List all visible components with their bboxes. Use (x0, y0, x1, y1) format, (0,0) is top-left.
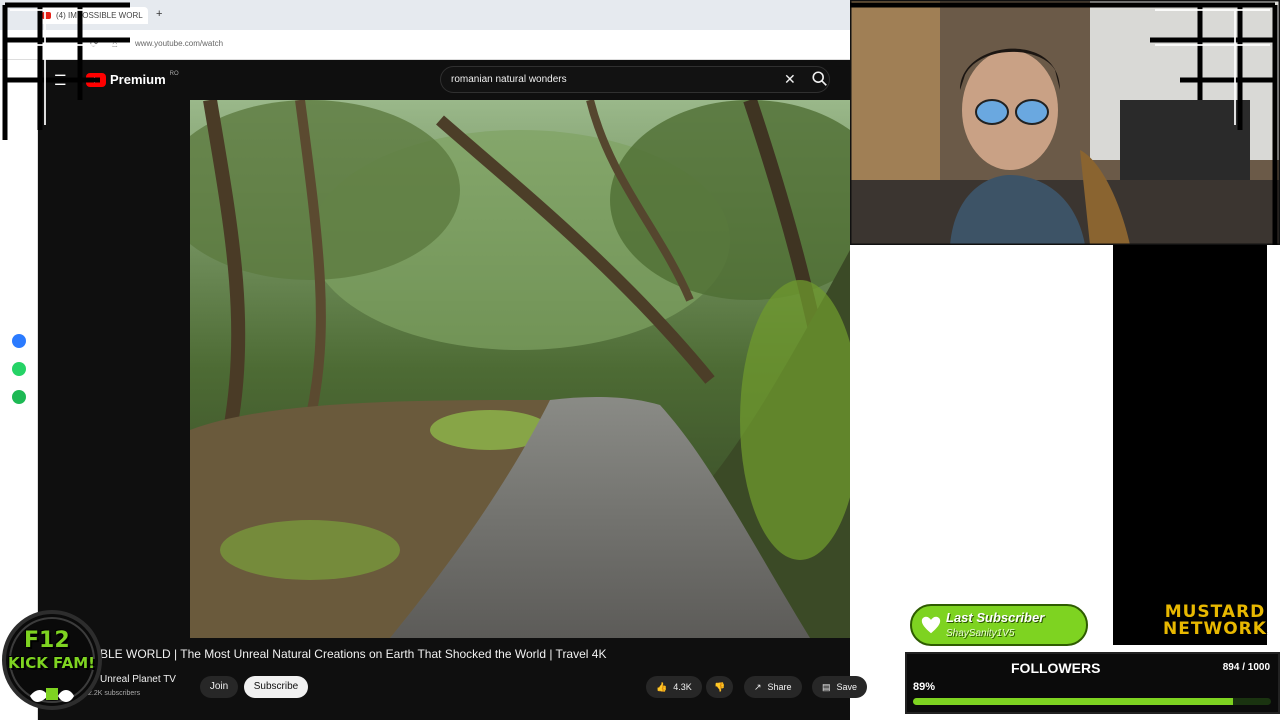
video-player[interactable] (190, 100, 850, 638)
save-label: Save (836, 682, 858, 692)
reload-icon[interactable]: ⟳ (90, 39, 98, 50)
heart-icon (921, 616, 941, 634)
share-button[interactable]: ↗ Share (744, 676, 802, 698)
save-button[interactable]: ▤ Save (812, 676, 868, 698)
whatsapp-icon[interactable] (12, 362, 26, 376)
new-tab-button[interactable]: + (156, 8, 162, 20)
share-label: Share (767, 682, 792, 692)
last-subscriber-title: Last Subscriber (946, 610, 1045, 625)
last-subscriber-name: ShaySanity1V5 (946, 628, 1015, 639)
country-code: RO (169, 70, 179, 77)
youtube-play-icon (86, 72, 106, 87)
search-input[interactable]: romanian natural wonders (451, 74, 567, 85)
brand-logo: MUSTARD NETWORK (1155, 604, 1275, 644)
messenger-icon[interactable] (12, 334, 26, 348)
followers-label: FOLLOWERS (1011, 660, 1101, 676)
badge-top-text: F12 (24, 628, 70, 653)
forest-path-frame (190, 100, 850, 638)
youtube-header: ☰ Premium RO romanian natural wonders ✕ (38, 60, 850, 100)
search-icon[interactable] (811, 70, 829, 88)
dislike-button[interactable]: 👎 (706, 676, 734, 698)
like-button[interactable]: 👍 4.3K (646, 676, 702, 698)
like-count: 4.3K (673, 682, 692, 692)
badge-bottom-text: KICK FAM! (8, 654, 95, 672)
subscribe-button[interactable]: Subscribe (244, 676, 308, 698)
home-icon[interactable]: ⌂ (112, 39, 118, 50)
followers-goal-widget: FOLLOWERS 894 / 1000 89% (905, 652, 1280, 714)
side-panel (1113, 245, 1280, 645)
thumbs-down-icon: 👎 (714, 681, 726, 692)
thumbs-up-icon: 👍 (656, 681, 668, 692)
clear-search-icon[interactable]: ✕ (784, 71, 796, 88)
url-text[interactable]: www.youtube.com/watch (135, 39, 223, 48)
stream-layout: (4) IMPOSSIBLE WORL + ⟳ ⌂ www.youtube.co… (0, 0, 1280, 720)
share-icon: ↗ (754, 681, 762, 692)
address-bar[interactable]: ⟳ ⌂ www.youtube.com/watch (0, 30, 850, 60)
menu-icon[interactable]: ☰ (54, 72, 67, 89)
webcam-image (850, 0, 1280, 245)
video-title: BLE WORLD | The Most Unreal Natural Crea… (100, 647, 607, 661)
spotify-icon[interactable] (12, 390, 26, 404)
channel-name[interactable]: Unreal Planet TV (100, 674, 176, 685)
youtube-favicon-icon (42, 12, 51, 19)
save-icon: ▤ (822, 681, 831, 692)
webcam-feed (850, 0, 1280, 245)
join-button[interactable]: Join (200, 676, 238, 698)
search-box[interactable]: romanian natural wonders ✕ (440, 66, 830, 93)
channel-badge: F12 KICK FAM! (0, 608, 104, 718)
last-subscriber-widget: Last Subscriber ShaySanity1V5 (910, 604, 1088, 646)
tab-title: (4) IMPOSSIBLE WORL (56, 11, 143, 20)
youtube-page: ☰ Premium RO romanian natural wonders ✕ (38, 60, 850, 720)
browser-tab-bar: (4) IMPOSSIBLE WORL + (0, 0, 850, 30)
side-strip (1267, 245, 1280, 720)
followers-progress-fill (913, 698, 1234, 705)
youtube-logo[interactable]: Premium RO (86, 70, 179, 87)
followers-progress-track (913, 698, 1271, 705)
followers-count: 894 / 1000 (1222, 662, 1270, 673)
browser-tab[interactable]: (4) IMPOSSIBLE WORL (38, 7, 148, 24)
brand-line-2: NETWORK (1163, 619, 1267, 639)
logo-text: Premium (110, 72, 166, 87)
followers-percent: 89% (913, 681, 936, 693)
